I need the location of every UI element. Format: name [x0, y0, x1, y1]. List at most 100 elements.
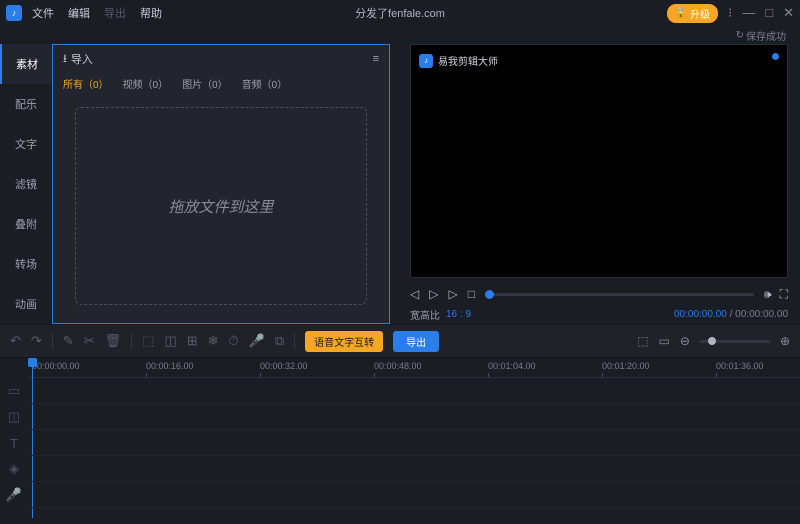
tick: 00:00:00.00 [32, 361, 80, 371]
tab-assets[interactable]: 素材 [0, 44, 52, 84]
edit-icon[interactable]: ✎ [63, 333, 74, 349]
filter-image[interactable]: 图片（0） [182, 76, 228, 91]
zoom-in-icon[interactable]: ⊕ [780, 334, 790, 348]
tracks [28, 378, 800, 508]
time-total: 00:00:00.00 [735, 309, 788, 320]
stop-icon[interactable]: □ [468, 287, 475, 301]
track-text-icon[interactable]: T [0, 430, 28, 456]
tick: 00:00:32.00 [260, 361, 308, 371]
window-controls: ⁝ — □ ✕ [728, 5, 794, 21]
scrub-knob[interactable] [485, 290, 494, 299]
fit-icon[interactable]: ⬚ [637, 334, 648, 348]
tab-animation[interactable]: 动画 [0, 284, 52, 324]
marker-icon[interactable]: ▭ [659, 334, 670, 348]
save-status-row: ↻ 保存成功 [0, 26, 800, 44]
menu-help[interactable]: 帮助 [140, 5, 162, 21]
drop-zone[interactable]: 拖放文件到这里 [75, 107, 367, 305]
cut-icon[interactable]: ✂ [84, 333, 95, 349]
tick: 00:00:48.00 [374, 361, 422, 371]
export-button[interactable]: 导出 [393, 331, 439, 352]
main-area: 素材 配乐 文字 滤镜 叠附 转场 动画 ⭳ 导入 ≡ 所有（0） 视频（0） … [0, 44, 800, 324]
watermark-logo-icon: ♪ [419, 54, 433, 68]
track-pip-icon[interactable]: ◫ [0, 404, 28, 430]
zoom-knob[interactable] [708, 337, 716, 345]
time-ruler[interactable]: 00:00:00.00 00:00:16.00 00:00:32.00 00:0… [28, 358, 800, 378]
tab-filter[interactable]: 滤镜 [0, 164, 52, 204]
main-menu: 文件 编辑 导出 帮助 [32, 5, 162, 21]
track-row[interactable] [28, 456, 800, 482]
track-audio-icon[interactable]: ◈ [0, 456, 28, 482]
preview-status-dot-icon [772, 53, 779, 60]
play-icon[interactable]: ▷ [429, 287, 438, 301]
crop2-icon[interactable]: ◫ [164, 333, 176, 349]
close-icon[interactable]: ✕ [783, 5, 794, 21]
tick: 00:01:36.00 [716, 361, 764, 371]
delete-icon[interactable]: 🗑 [105, 333, 122, 349]
preview-panel: ♪ 易我剪辑大师 ◁ ▷ ▷ □ 🕪 ⛶ 宽高比 16 : 9 00:00:00… [410, 44, 800, 324]
speed-icon[interactable]: ⏱ [229, 333, 239, 349]
preview-watermark: ♪ 易我剪辑大师 [419, 53, 498, 68]
title-bar: ♪ 文件 编辑 导出 帮助 分发了fenfale.com 🔒 升级 ⁝ — □ … [0, 0, 800, 26]
filter-audio[interactable]: 音频（0） [242, 76, 288, 91]
track-row[interactable] [28, 430, 800, 456]
watermark-text: 易我剪辑大师 [438, 53, 498, 68]
time-current: 00:00:00.00 [674, 309, 727, 320]
preview-video[interactable]: ♪ 易我剪辑大师 [410, 44, 788, 278]
save-status-text: 保存成功 [746, 28, 786, 43]
track-icons: ▭ ◫ T ◈ 🎤 [0, 358, 28, 524]
crop-icon[interactable]: ⬚ [142, 333, 154, 349]
volume-icon[interactable]: 🕪 [764, 287, 772, 302]
undo-icon[interactable]: ↶ [10, 333, 21, 349]
asset-filters: 所有（0） 视频（0） 图片（0） 音频（0） [53, 73, 389, 93]
minimize-icon[interactable]: — [742, 5, 755, 21]
prev-frame-icon[interactable]: ◁ [410, 287, 419, 301]
settings-icon[interactable]: ⁝ [728, 5, 732, 21]
refresh-icon: ↻ [736, 30, 744, 41]
filter-all[interactable]: 所有（0） [63, 76, 109, 91]
redo-icon[interactable]: ↷ [31, 333, 42, 349]
zoom-out-icon[interactable]: ⊖ [680, 334, 690, 348]
track-mic-icon[interactable]: 🎤 [0, 482, 28, 508]
import-button[interactable]: ⭳ 导入 [63, 50, 93, 69]
preview-controls: ◁ ▷ ▷ □ 🕪 ⛶ [410, 278, 788, 304]
list-view-icon[interactable]: ≡ [373, 53, 379, 65]
ratio-label: 宽高比 [410, 307, 440, 322]
app-logo-icon: ♪ [6, 5, 22, 21]
scrub-bar[interactable] [485, 293, 754, 296]
fullscreen-icon[interactable]: ⛶ [780, 287, 788, 302]
menu-file[interactable]: 文件 [32, 5, 54, 21]
upgrade-label: 升级 [690, 6, 710, 21]
maximize-icon[interactable]: □ [765, 5, 773, 21]
mosaic-icon[interactable]: ⊞ [187, 333, 198, 349]
import-icon: ⭳ [63, 50, 67, 69]
filter-video[interactable]: 视频（0） [123, 76, 169, 91]
tab-transition[interactable]: 转场 [0, 244, 52, 284]
voice-text-button[interactable]: 语音文字互转 [305, 331, 383, 352]
voice-icon[interactable]: 🎤 [249, 333, 265, 349]
track-row[interactable] [28, 378, 800, 404]
tab-overlay[interactable]: 叠附 [0, 204, 52, 244]
import-label: 导入 [71, 51, 93, 67]
tick: 00:00:16.00 [146, 361, 194, 371]
track-row[interactable] [28, 482, 800, 508]
freeze-icon[interactable]: ❄ [208, 333, 219, 349]
upgrade-button[interactable]: 🔒 升级 [667, 4, 718, 23]
preview-info: 宽高比 16 : 9 00:00:00.00 / 00:00:00.00 [410, 304, 788, 324]
tab-music[interactable]: 配乐 [0, 84, 52, 124]
record-icon[interactable]: ⧉ [275, 333, 284, 349]
menu-export[interactable]: 导出 [104, 5, 126, 21]
tick: 00:01:20.00 [602, 361, 650, 371]
drop-zone-text: 拖放文件到这里 [168, 196, 273, 217]
track-video-icon[interactable]: ▭ [0, 378, 28, 404]
tab-text[interactable]: 文字 [0, 124, 52, 164]
lock-icon: 🔒 [675, 8, 687, 19]
menu-edit[interactable]: 编辑 [68, 5, 90, 21]
ratio-value[interactable]: 16 : 9 [446, 309, 471, 320]
timeline-toolbar: ↶ ↷ ✎ ✂ 🗑 ⬚ ◫ ⊞ ❄ ⏱ 🎤 ⧉ 语音文字互转 导出 ⬚ ▭ ⊖ … [0, 324, 800, 358]
next-frame-icon[interactable]: ▷ [448, 287, 457, 301]
zoom-slider[interactable] [700, 340, 770, 343]
tracks-area[interactable]: 00:00:00.00 00:00:16.00 00:00:32.00 00:0… [28, 358, 800, 524]
track-row[interactable] [28, 404, 800, 430]
tick: 00:01:04.00 [488, 361, 536, 371]
window-title: 分发了fenfale.com [355, 5, 445, 21]
